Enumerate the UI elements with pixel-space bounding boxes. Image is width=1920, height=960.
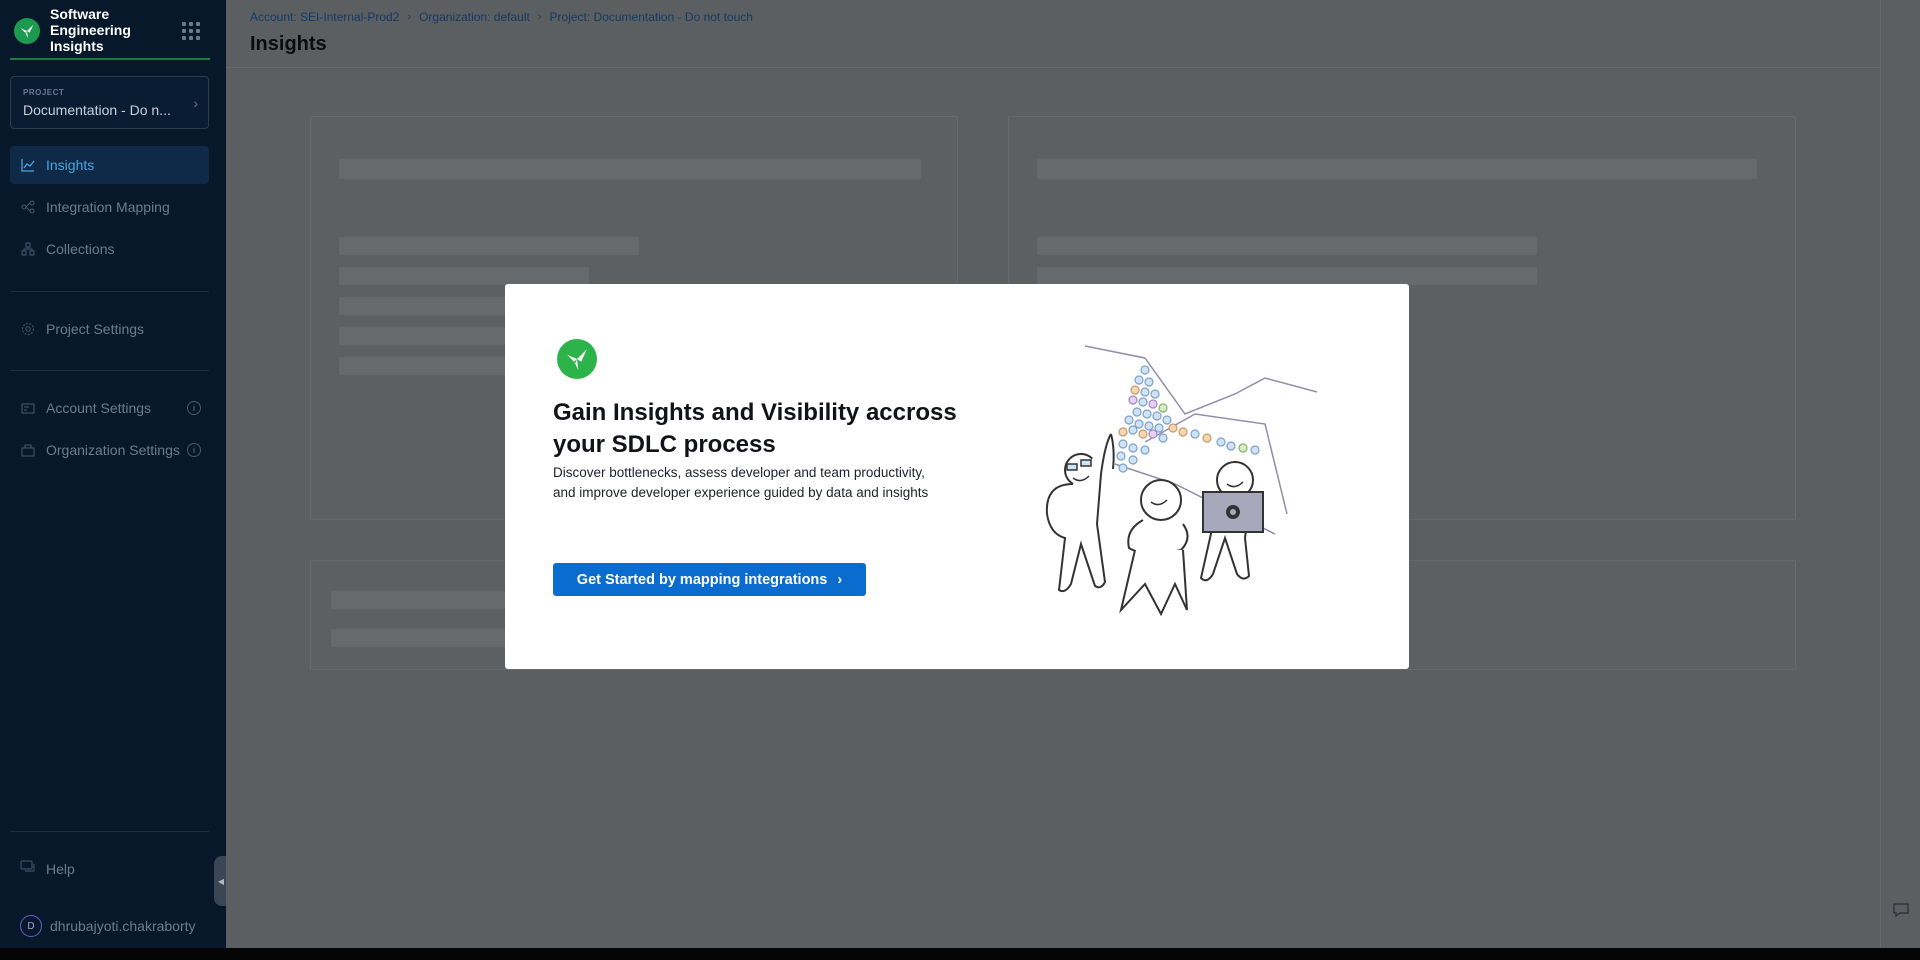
chevron-right-icon: › — [837, 571, 843, 588]
chat-support-icon[interactable] — [1891, 900, 1911, 920]
modal-desc-line: and improve developer experience guided … — [553, 485, 929, 500]
user-profile[interactable]: D dhrubajyoti.chakraborty — [20, 915, 196, 937]
info-icon[interactable]: i — [187, 401, 201, 415]
organization-icon — [20, 442, 36, 458]
modal-description: Discover bottlenecks, assess developer a… — [553, 463, 973, 503]
skeleton-line — [1037, 237, 1537, 255]
page-header: Account: SEI-Internal-Prod2 › Organizati… — [226, 0, 1880, 68]
user-name: dhrubajyoti.chakraborty — [50, 918, 196, 934]
breadcrumb: Account: SEI-Internal-Prod2 › Organizati… — [250, 10, 753, 24]
breadcrumb-account[interactable]: Account: SEI-Internal-Prod2 — [250, 10, 399, 24]
page-title: Insights — [250, 33, 327, 55]
help-link[interactable]: Help — [20, 860, 75, 877]
nav-label: Insights — [46, 157, 95, 173]
nav-divider — [10, 291, 209, 292]
skeleton-line — [339, 267, 589, 285]
cta-label: Get Started by mapping integrations — [576, 571, 828, 588]
project-name: Documentation - Do n... — [23, 102, 171, 118]
nav-label: Organization Settings — [46, 442, 180, 458]
skeleton-line — [1037, 159, 1757, 179]
chevron-right-icon: › — [537, 11, 542, 23]
project-selector[interactable]: PROJECT Documentation - Do n... › — [10, 76, 209, 129]
nav-divider — [10, 370, 209, 371]
app-switcher-icon[interactable] — [182, 22, 200, 40]
nav-label: Collections — [46, 241, 115, 257]
bottom-strip — [0, 948, 1920, 960]
avatar: D — [20, 915, 42, 937]
sidebar: Software Engineering Insights PROJECT Do… — [0, 0, 228, 948]
breadcrumb-org[interactable]: Organization: default — [419, 10, 530, 24]
team-illustration — [1045, 345, 1318, 617]
right-rail — [1880, 0, 1920, 948]
nav-item-organization-settings[interactable]: Organization Settings i — [10, 431, 209, 469]
collections-icon — [20, 241, 36, 257]
nav-item-integration-mapping[interactable]: Integration Mapping — [10, 188, 209, 226]
chart-line-icon — [20, 157, 36, 173]
harness-logo-icon — [557, 339, 597, 379]
help-label: Help — [46, 860, 75, 877]
nav-divider — [10, 831, 209, 832]
brand-header: Software Engineering Insights — [10, 0, 210, 60]
skeleton-line — [339, 159, 921, 179]
breadcrumb-project[interactable]: Project: Documentation - Do not touch — [550, 10, 753, 24]
nav-label: Account Settings — [46, 400, 152, 416]
account-settings-icon — [20, 400, 36, 416]
modal-desc-line: Discover bottlenecks, assess developer a… — [553, 465, 925, 480]
help-icon — [20, 860, 36, 877]
get-started-button[interactable]: Get Started by mapping integrations › — [553, 563, 866, 596]
skeleton-line — [339, 237, 639, 255]
skeleton-line — [1037, 267, 1537, 285]
nav-item-collections[interactable]: Collections — [10, 230, 209, 268]
nav-label: Project Settings — [46, 321, 145, 337]
harness-logo-icon — [14, 18, 40, 44]
chevron-right-icon: › — [407, 11, 412, 23]
brand-title: Software Engineering Insights — [50, 6, 131, 54]
integration-icon — [20, 199, 36, 215]
nav-item-account-settings[interactable]: Account Settings i — [10, 389, 209, 427]
nav-item-insights[interactable]: Insights — [10, 146, 209, 184]
info-icon[interactable]: i — [187, 443, 201, 457]
project-label: PROJECT — [23, 88, 65, 97]
nav-label: Integration Mapping — [46, 199, 170, 215]
modal-title: Gain Insights and Visibility accross you… — [553, 399, 957, 458]
chevron-right-icon: › — [193, 95, 198, 111]
onboarding-modal: Gain Insights and Visibility accross you… — [505, 284, 1409, 669]
gear-icon — [20, 321, 36, 337]
nav-item-project-settings[interactable]: Project Settings — [10, 310, 209, 348]
